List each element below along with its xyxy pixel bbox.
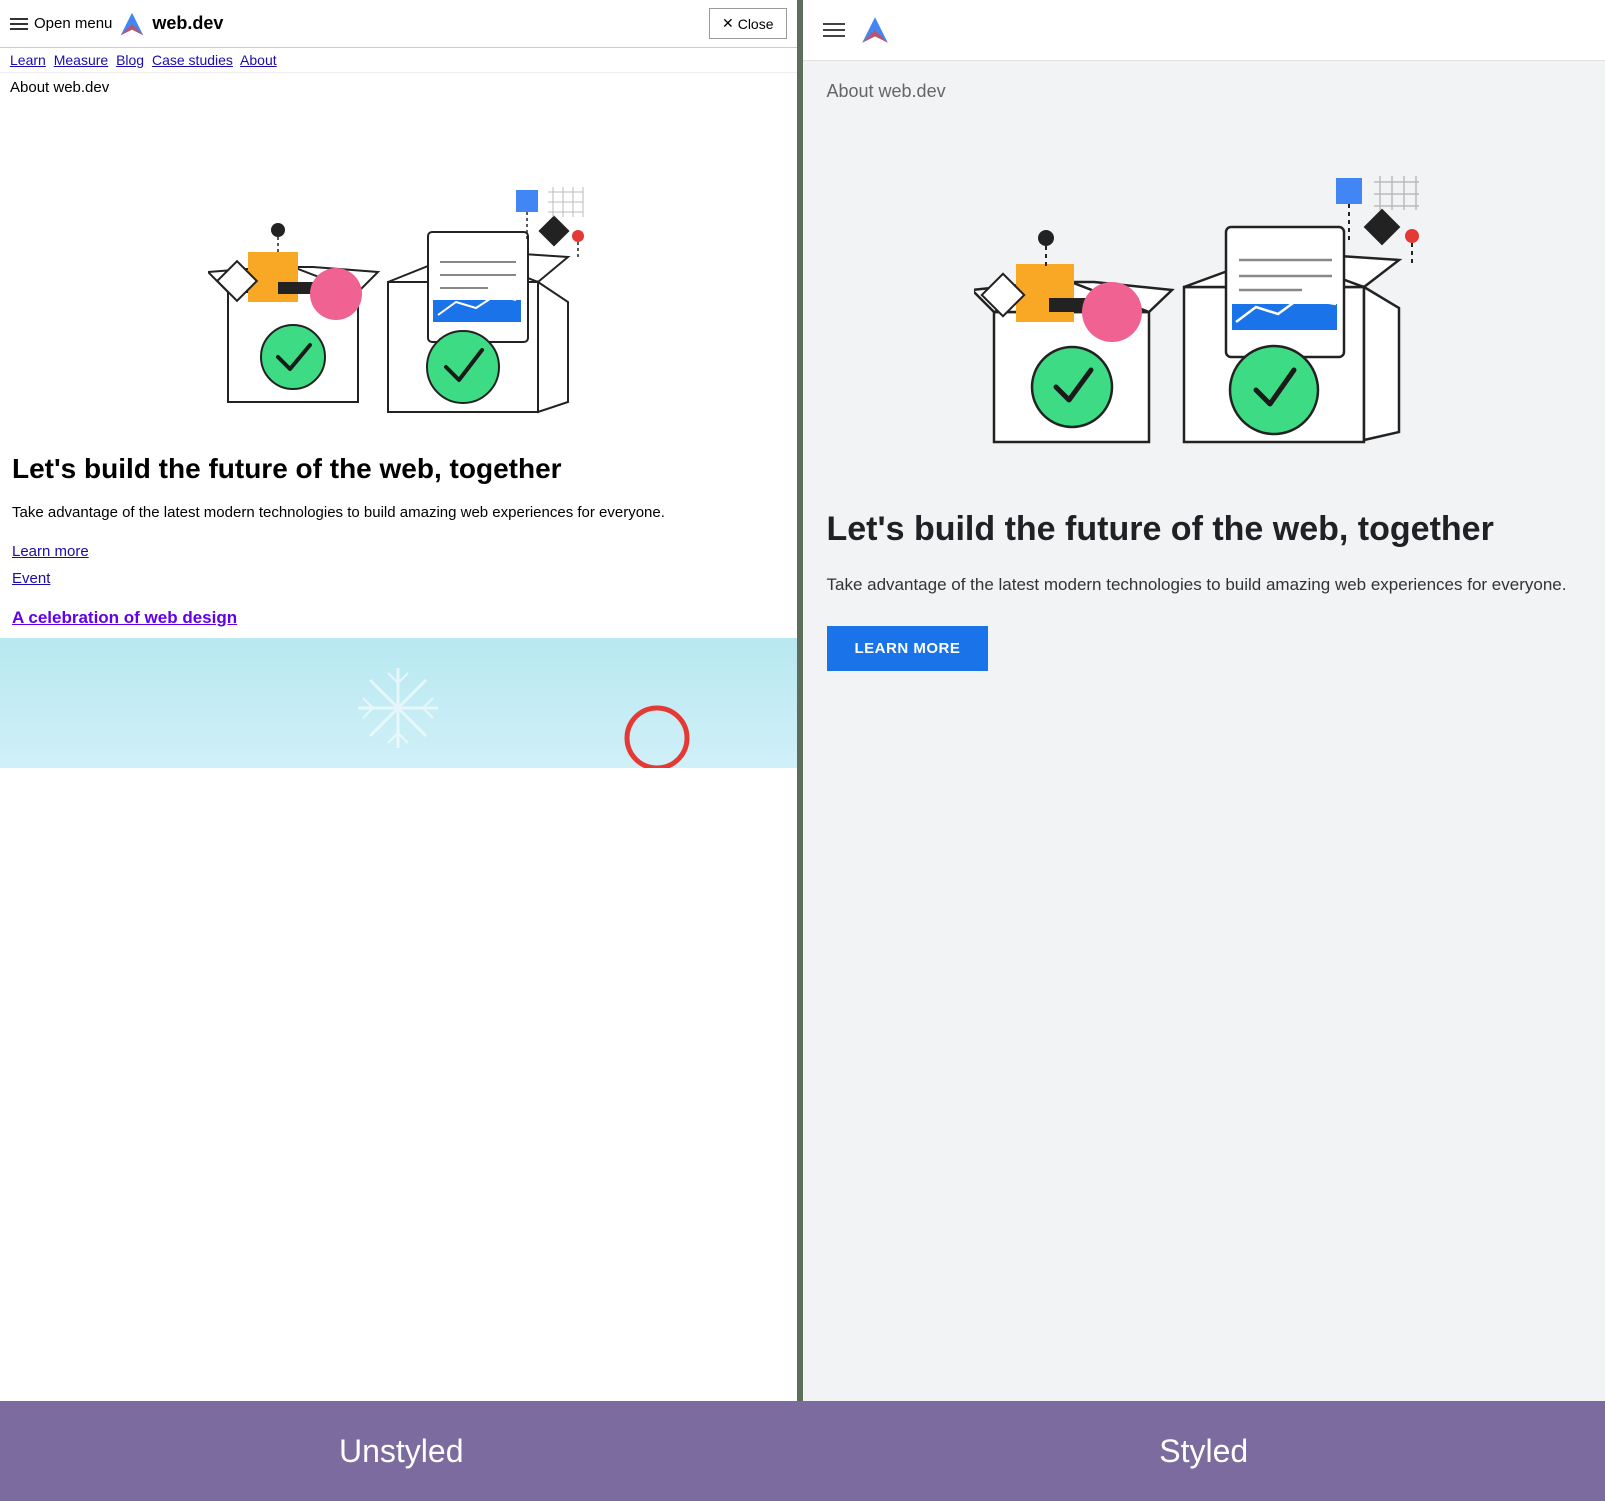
description-unstyled: Take advantage of the latest modern tech… (12, 502, 785, 525)
nav-link-learn[interactable]: Learn (10, 52, 46, 68)
panel-styled: About web.dev (803, 0, 1605, 1401)
event-link[interactable]: Event (12, 565, 785, 592)
description-styled: Take advantage of the latest modern tech… (827, 571, 1582, 598)
styled-label: Styled (1159, 1433, 1248, 1470)
panel-unstyled: Open menu web.dev ✕ Close Learn Measure … (0, 0, 803, 1401)
nav-link-blog[interactable]: Blog (116, 52, 144, 68)
logo-icon-styled (859, 14, 891, 46)
snowflake-icon (348, 658, 448, 758)
nav-link-casestudies[interactable]: Case studies (152, 52, 233, 68)
illustration-styled (803, 112, 1605, 492)
nav-link-about[interactable]: About (240, 52, 277, 68)
snowflake-preview (0, 638, 797, 768)
unstyled-label: Unstyled (339, 1433, 464, 1470)
nav-link-measure[interactable]: Measure (54, 52, 108, 68)
unstyled-label-container: Unstyled (0, 1401, 803, 1501)
cta-links: Learn more Event (12, 538, 785, 592)
main-heading-styled: Let's build the future of the web, toget… (827, 508, 1582, 551)
red-ring-preview (617, 698, 697, 768)
header-left: Open menu web.dev (10, 10, 223, 38)
close-label: Close (738, 16, 774, 32)
styled-label-container: Styled (803, 1401, 1605, 1501)
illustration-unstyled (0, 102, 797, 442)
hero-illustration (208, 112, 588, 432)
header-unstyled: Open menu web.dev ✕ Close (0, 0, 797, 48)
logo-icon (118, 10, 146, 38)
close-button[interactable]: ✕ Close (709, 8, 787, 39)
learn-more-link[interactable]: Learn more (12, 538, 785, 565)
bottom-labels: Unstyled Styled (0, 1401, 1605, 1501)
header-styled (803, 0, 1605, 61)
main-heading-unstyled: Let's build the future of the web, toget… (12, 452, 785, 486)
learn-more-button[interactable]: LEARN MORE (827, 626, 989, 671)
content-styled: Let's build the future of the web, toget… (803, 492, 1605, 687)
open-menu-label: Open menu (34, 15, 112, 32)
hamburger-button[interactable] (823, 23, 845, 37)
open-menu-button[interactable]: Open menu (10, 15, 112, 32)
page-label-unstyled: About web.dev (0, 73, 797, 102)
hero-illustration-styled (974, 112, 1434, 492)
close-icon: ✕ (722, 15, 734, 32)
hamburger-icon (10, 18, 28, 30)
site-name: web.dev (152, 13, 223, 34)
content-unstyled: Let's build the future of the web, toget… (0, 442, 797, 638)
page-label-styled: About web.dev (803, 61, 1605, 112)
nav-links: Learn Measure Blog Case studies About (0, 48, 797, 73)
celebration-link[interactable]: A celebration of web design (12, 608, 237, 627)
